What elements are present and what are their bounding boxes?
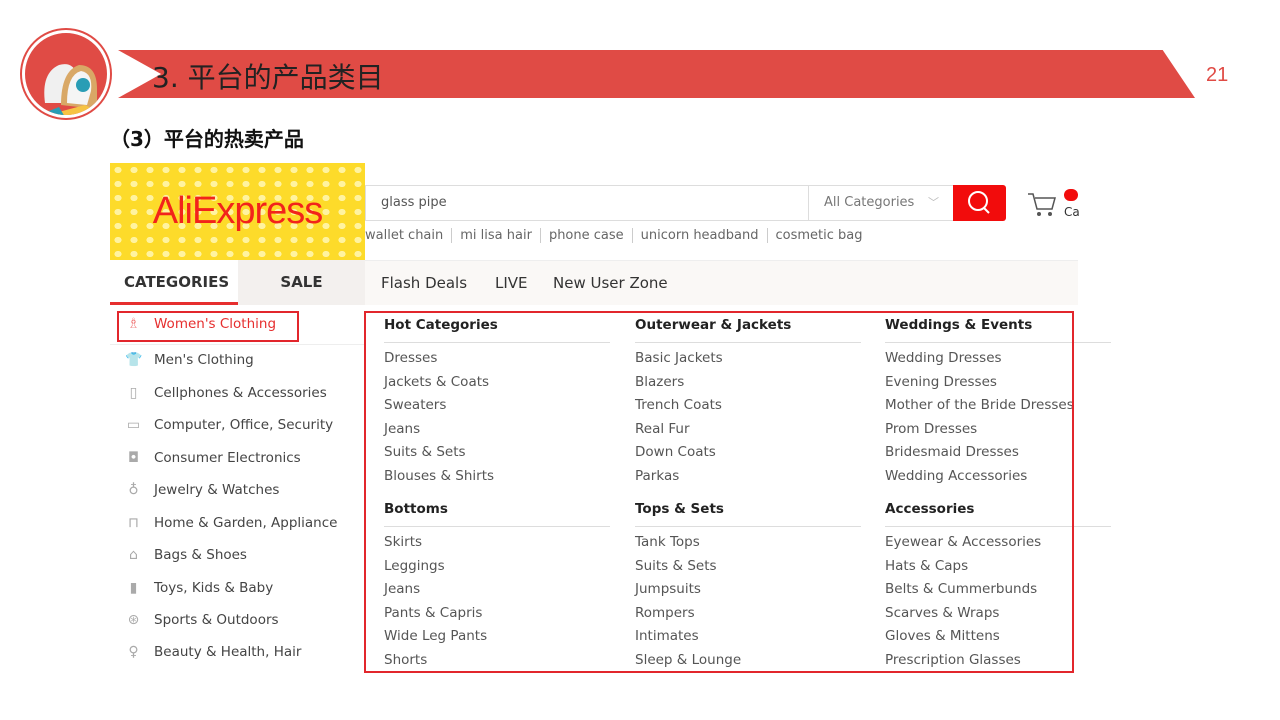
bulb-icon: ♀	[128, 643, 139, 660]
cart-label: Ca	[1064, 205, 1080, 219]
slide-title: 3. 平台的产品类目	[152, 61, 384, 94]
sidebar-item[interactable]: ♀ Beauty & Health, Hair	[125, 644, 301, 660]
ring-icon: ♁	[128, 481, 139, 498]
search-input[interactable]: glass pipe	[365, 185, 808, 221]
hot-search-link[interactable]: mi lisa hair	[452, 228, 541, 243]
highlight-box	[117, 311, 299, 342]
ball-icon: ⊛	[127, 611, 140, 628]
phone-icon: ▯	[129, 384, 138, 401]
laptop-icon: ▭	[126, 416, 141, 433]
sidebar-item[interactable]: ▮ Toys, Kids & Baby	[125, 579, 274, 596]
sidebar-item-label: Sports & Outdoors	[154, 612, 279, 628]
avatar-customer-service-icon	[22, 30, 110, 118]
nav-flash-deals[interactable]: Flash Deals	[381, 274, 467, 292]
sidebar-item[interactable]: ⊛ Sports & Outdoors	[125, 612, 279, 628]
shirt-icon: 👕	[125, 351, 143, 368]
highlight-box	[364, 311, 1074, 673]
sidebar-item[interactable]: ◘ Consumer Electronics	[125, 450, 301, 466]
bottle-icon: ▮	[129, 579, 138, 596]
hot-searches: wallet chain mi lisa hair phone case unicor…	[365, 228, 871, 243]
nav-live[interactable]: LIVE	[495, 274, 528, 292]
sidebar-item-label: Men's Clothing	[154, 352, 254, 368]
sidebar-item[interactable]: ♁ Jewelry & Watches	[125, 482, 279, 498]
category-select[interactable]: All Categories ﹀	[808, 185, 954, 221]
page-number: 21	[1206, 64, 1229, 86]
sidebar-item[interactable]: ▯ Cellphones & Accessories	[125, 385, 327, 401]
camera-icon: ◘	[127, 449, 140, 466]
hot-search-link[interactable]: cosmetic bag	[768, 228, 871, 243]
search-icon	[968, 191, 990, 214]
chevron-down-icon: ﹀	[928, 196, 939, 209]
cart-badge	[1064, 189, 1078, 201]
sidebar-item[interactable]: ▭ Computer, Office, Security	[125, 417, 333, 433]
nav-bar	[365, 260, 1078, 305]
tab-categories[interactable]: CATEGORIES	[110, 260, 238, 305]
hot-search-link[interactable]: phone case	[540, 228, 633, 243]
category-select-value: All Categories	[824, 195, 915, 210]
sidebar-item-label: Home & Garden, Appliance	[154, 515, 338, 531]
bag-icon: ⌂	[129, 546, 138, 563]
sidebar-item[interactable]: ⌂ Bags & Shoes	[125, 547, 247, 563]
aliexpress-logo[interactable]: AliExpress	[110, 163, 365, 260]
sidebar-item-label: Beauty & Health, Hair	[154, 644, 302, 660]
divider	[110, 344, 365, 345]
tab-sale[interactable]: SALE	[238, 260, 365, 305]
cart-button[interactable]: Ca	[1026, 189, 1080, 220]
sidebar-item-label: Jewelry & Watches	[154, 482, 280, 498]
hot-search-link[interactable]: wallet chain	[365, 228, 453, 243]
sidebar-item-label: Consumer Electronics	[154, 450, 301, 466]
sidebar-item-label: Bags & Shoes	[154, 547, 247, 563]
sofa-icon: ⊓	[128, 514, 139, 531]
cart-icon	[1028, 193, 1056, 216]
sidebar-item-label: Toys, Kids & Baby	[154, 580, 274, 596]
slide-subtitle: （3）平台的热卖产品	[110, 127, 304, 151]
hot-search-link[interactable]: unicorn headband	[632, 228, 768, 243]
search-button[interactable]	[953, 185, 1006, 221]
sidebar-item[interactable]: ⊓ Home & Garden, Appliance	[125, 515, 337, 531]
nav-new-user-zone[interactable]: New User Zone	[553, 274, 668, 292]
sidebar-item[interactable]: 👕 Men's Clothing	[125, 352, 254, 368]
sidebar-item-label: Cellphones & Accessories	[154, 385, 327, 401]
sidebar-item-label: Computer, Office, Security	[154, 417, 334, 433]
logo-text: AliExpress	[152, 190, 323, 232]
